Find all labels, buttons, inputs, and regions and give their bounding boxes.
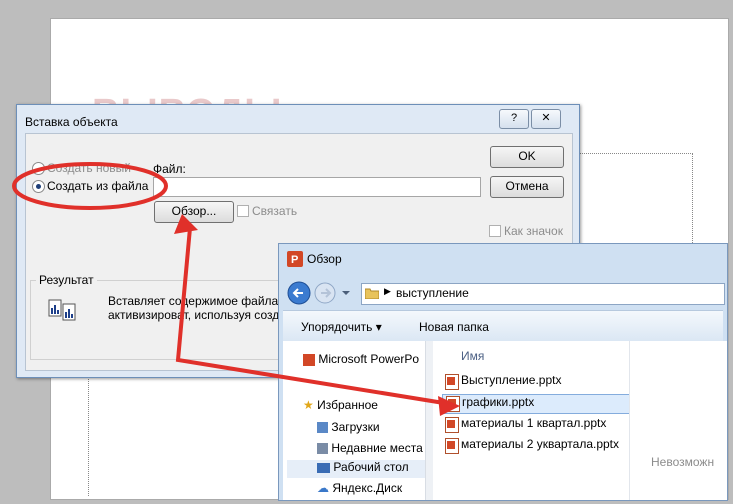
annotation-ellipse	[12, 162, 168, 210]
annotation-arrowhead-right	[438, 396, 460, 416]
annotation-arrowhead-up	[174, 214, 198, 234]
annotation-overlay	[12, 162, 460, 416]
annotation-arrow-line	[175, 227, 451, 406]
